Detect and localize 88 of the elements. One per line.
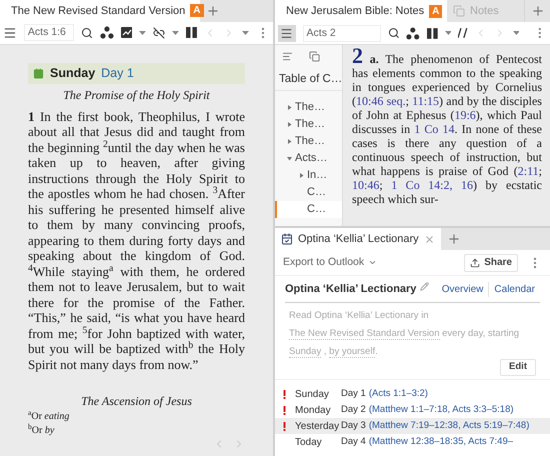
toc-item[interactable]: In… [275, 167, 342, 184]
reading-link[interactable]: (Matthew 12:38–18:35, Acts 7:49– [368, 434, 514, 450]
reading-row[interactable]: Monday Day 2 (Matthew 1:1–7:18, Acts 3:3–5:18) [275, 402, 550, 418]
badge: A [429, 4, 442, 18]
day-name: Yesterday [295, 420, 340, 434]
toc-item[interactable]: The… [275, 133, 342, 150]
pages-icon[interactable] [309, 50, 320, 62]
caret-icon[interactable] [242, 30, 250, 35]
close-icon[interactable] [424, 234, 435, 244]
columns-icon[interactable] [426, 28, 438, 38]
toc-title: Table of C… [275, 67, 342, 91]
reading-link[interactable]: (Matthew 1:1–7:18, Acts 3:3–5:18) [368, 402, 514, 418]
search-icon[interactable] [80, 26, 93, 39]
reading-link[interactable]: (Matthew 7:19–12:38, Acts 5:19–7:48) [368, 418, 530, 434]
toc-item[interactable]: The… [275, 116, 342, 133]
calendar-icon [33, 68, 44, 78]
plan-title: Optina ‘Kellia’ Lectionary [285, 282, 416, 297]
toc-item[interactable]: C… [275, 184, 342, 201]
reference-link[interactable]: 19:6 [454, 108, 476, 122]
edit-button[interactable]: Edit [500, 359, 536, 376]
view-link[interactable]: Calendar [488, 282, 540, 296]
day-name: Sunday [50, 64, 96, 82]
toc-item[interactable]: Acts… [275, 150, 342, 167]
dots-icon[interactable] [100, 26, 114, 40]
collapsed-icon[interactable] [287, 122, 292, 127]
footnote: $^{a}$Or eating [28, 410, 70, 424]
tab-title: Notes [470, 4, 499, 19]
footnote: $^{b}$Or by [28, 424, 56, 438]
view-link[interactable]: Overview [436, 282, 488, 296]
document-tab[interactable]: New Jerusalem Bible: Notes A [275, 0, 447, 22]
collapsed-icon[interactable] [299, 173, 304, 178]
note-text: 2 a. The phenomenon of Pentecost has elements common to the speaking in tongues experienced by Cornelius (10:46 seq.; 11:15) and by the disciples of John at Ephesus (19:6), which Paul discusses in 1 Co 14. In none of these cases is there any question of a continuous speech of instruction, but what happens is praise of God (2:11; 10:46; 1 Co 14:2, 16) by ecstatic speech which sur- [351, 45, 543, 208]
unlink-icon[interactable] [153, 26, 166, 39]
menu-icon[interactable] [3, 26, 17, 40]
reference-link[interactable]: 1 Co 14:2, 16 [391, 178, 474, 192]
pages-icon [453, 5, 465, 17]
collapsed-icon[interactable] [287, 105, 292, 110]
day-name: Monday [295, 404, 332, 418]
toc-item[interactable]: The… [275, 99, 342, 116]
slashes-icon[interactable] [458, 28, 468, 38]
share-icon[interactable] [470, 258, 480, 268]
section-heading: The Ascension of Jesus [80, 393, 193, 410]
plus-icon[interactable] [530, 4, 544, 18]
passage-text: 1 In the first book, Theophilus, I wrote about all that Jesus did and taught from the beginning $^{2}$until the day when he was taken up to heaven, after giving instructions through the Holy Spirit to the apostles whom he had chosen. $^{3}$After his suffering he presented himself alive to them by many convincing proofs, appearing to them during forty days and speaking about the kingdom of God. $^{4}$While staying$^{a}$ with them, he ordered them not to leave Jerusalem, but to wait there for the promise of the Father. “This,” he said, “is what you have heard from me; $^{5}$for John baptized with water, but you will be baptized with$^{b}$ the Holy Spirit not many days from now.” [28, 108, 245, 372]
tab-title: The New Revised Standard Version [11, 4, 186, 19]
day-label: Day 1 [101, 64, 134, 82]
caret-icon[interactable] [368, 258, 378, 267]
reference-field[interactable]: Acts 1:6 [24, 24, 74, 42]
columns-icon[interactable] [186, 27, 198, 38]
reference-link[interactable]: 10:46 [352, 178, 380, 192]
edit-icon[interactable] [420, 282, 430, 290]
toc-item[interactable]: C… [275, 201, 342, 218]
reading-row[interactable]: Yesterday Day 3 (Matthew 7:19–12:38, Acts 5:19–7:48) [275, 418, 550, 434]
search-icon[interactable] [388, 27, 400, 39]
plus-icon[interactable] [446, 232, 461, 246]
dots-icon[interactable] [406, 26, 420, 40]
day-name: Today [295, 436, 323, 450]
caret-icon[interactable] [444, 31, 452, 35]
reading-row[interactable]: Today Day 4 (Matthew 12:38–18:35, Acts 7:49– [275, 434, 550, 450]
reference-field[interactable]: Acts 2 [302, 24, 381, 42]
caret-icon[interactable] [139, 30, 146, 35]
caret-icon[interactable] [512, 31, 520, 35]
document-tab[interactable]: Optina ‘Kellia’ Lectionary [275, 228, 441, 250]
calendar-icon [281, 233, 293, 245]
section-heading: The Promise of the Holy Spirit [62, 86, 211, 104]
plan-description: Read Optina ‘Kellia’ Lectionary in The New Revised Standard Version every day, starting Sunday , by yourself. [289, 309, 520, 360]
reference-link[interactable]: 2:11 [518, 164, 539, 178]
caret-icon[interactable] [172, 30, 180, 35]
reading-row[interactable]: Sunday Day 1 (Acts 1:1–3:2) [275, 386, 550, 402]
tab-title: Optina ‘Kellia’ Lectionary [298, 232, 419, 247]
reference-link[interactable]: 11:15 [412, 94, 440, 108]
badge: A [190, 4, 204, 18]
reference-link[interactable]: 10:46 seq. [356, 94, 406, 108]
export-dropdown[interactable]: Export to Outlook [283, 254, 378, 270]
reading-link[interactable]: (Acts 1:1–3:2) [368, 386, 428, 402]
day-label: Day 2 [341, 402, 366, 417]
share-button[interactable]: Share [464, 254, 518, 272]
plus-icon[interactable] [206, 4, 220, 18]
collapsed-icon[interactable] [287, 139, 292, 144]
chart-box-icon[interactable] [120, 27, 132, 38]
tab-title: New Jerusalem Bible: Notes [286, 4, 424, 19]
day-name: Sunday [295, 388, 330, 402]
day-label: Day 4 [341, 434, 366, 449]
day-label: Day 1 [341, 386, 366, 401]
reference-link[interactable]: 1 Co 14 [414, 122, 455, 136]
expanded-icon[interactable] [287, 156, 292, 161]
day-label: Day 3 [341, 418, 366, 433]
list-icon[interactable] [282, 50, 293, 62]
